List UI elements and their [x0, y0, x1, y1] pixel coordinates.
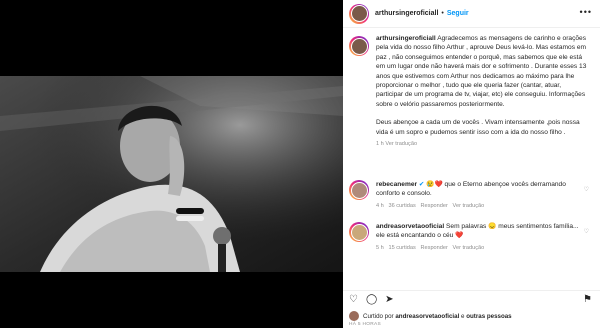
comment-username[interactable]: rebecanemer	[376, 181, 417, 188]
post-timestamp[interactable]: HÁ 5 HORAS	[349, 322, 381, 327]
commenter-avatar[interactable]	[349, 222, 369, 242]
caption-text: arthursingeroficiall Agradecemos as mens…	[376, 34, 588, 149]
comment-emoji-sad: 😞	[488, 223, 497, 230]
commenter-avatar[interactable]	[349, 180, 369, 200]
comment-item: andreasorvetaooficial Sem palavras 😞 meu…	[349, 222, 595, 253]
comment-emoji-heart: ❤️	[455, 232, 464, 240]
comment-likes[interactable]: 15 curtidas	[388, 245, 415, 251]
liked-by-user[interactable]: andreasorvetaooficial	[395, 313, 459, 320]
post-actions-bar: ♡ ◯ ➤ ⚑ Curtido por andreasorvetaooficia…	[343, 290, 600, 328]
comment-time: 4 h	[376, 202, 384, 209]
caption-paragraph-2: Deus abençoe a cada um de vocês . Vivam …	[376, 119, 580, 136]
post-photo[interactable]	[0, 0, 343, 328]
comment-like-heart-icon[interactable]: ♡	[584, 228, 589, 235]
instagram-post-window: arthursingeroficiall • Seguir ••• arthur…	[0, 0, 600, 328]
verified-badge-icon: ✔	[418, 181, 425, 188]
comment-icon[interactable]: ◯	[366, 294, 377, 305]
author-avatar[interactable]	[349, 3, 369, 24]
post-side-panel: arthursingeroficiall • Seguir ••• arthur…	[343, 0, 600, 328]
follow-button[interactable]: Seguir	[447, 10, 469, 17]
liked-by: Curtido por andreasorvetaooficial e outr…	[349, 311, 512, 321]
post-header: arthursingeroficiall • Seguir •••	[343, 0, 600, 28]
post-photo-image	[0, 76, 343, 272]
comment-meta: 4 h 36 curtidas Responder Ver tradução	[376, 202, 581, 211]
comment-item: rebecanemer ✔ 😢❤️ que o Eterno abençoe v…	[349, 180, 595, 211]
liked-by-mid: e	[461, 312, 465, 320]
action-icons: ♡ ◯ ➤	[349, 294, 394, 305]
caption-username[interactable]: arthursingeroficiall	[376, 35, 436, 42]
comment-text: andreasorvetaooficial Sem palavras 😞 meu…	[376, 222, 581, 253]
comment-time: 5 h	[376, 244, 384, 251]
comment-meta: 5 h 15 curtidas Responder Ver tradução	[376, 244, 581, 253]
comment-like-heart-icon[interactable]: ♡	[584, 186, 589, 193]
more-options-icon[interactable]: •••	[580, 8, 592, 17]
bookmark-icon[interactable]: ⚑	[583, 294, 592, 305]
caption-avatar[interactable]	[349, 36, 369, 56]
caption-block: arthursingeroficiall Agradecemos as mens…	[349, 34, 595, 149]
share-icon[interactable]: ➤	[385, 294, 393, 305]
comment-body-start: Sem palavras	[446, 223, 487, 230]
author-username[interactable]: arthursingeroficiall	[375, 10, 438, 17]
reply-button[interactable]: Responder	[421, 245, 448, 251]
caption-meta[interactable]: 1 h Ver tradução	[376, 140, 588, 149]
translate-button[interactable]: Ver tradução	[453, 203, 485, 209]
liked-by-others[interactable]: outras pessoas	[466, 313, 511, 320]
comment-emojis: 😢❤️	[426, 181, 443, 188]
translate-button[interactable]: Ver tradução	[453, 245, 485, 251]
liker-avatar[interactable]	[349, 311, 359, 321]
comment-username[interactable]: andreasorvetaooficial	[376, 223, 444, 230]
heart-icon[interactable]: ♡	[349, 294, 358, 305]
caption-paragraph-1: Agradecemos as mensagens de carinho e or…	[376, 35, 587, 108]
comment-likes[interactable]: 36 curtidas	[388, 203, 415, 209]
separator-dot: •	[441, 10, 444, 17]
reply-button[interactable]: Responder	[421, 203, 448, 209]
comment-text: rebecanemer ✔ 😢❤️ que o Eterno abençoe v…	[376, 180, 581, 211]
liked-by-prefix: Curtido por	[363, 312, 394, 320]
